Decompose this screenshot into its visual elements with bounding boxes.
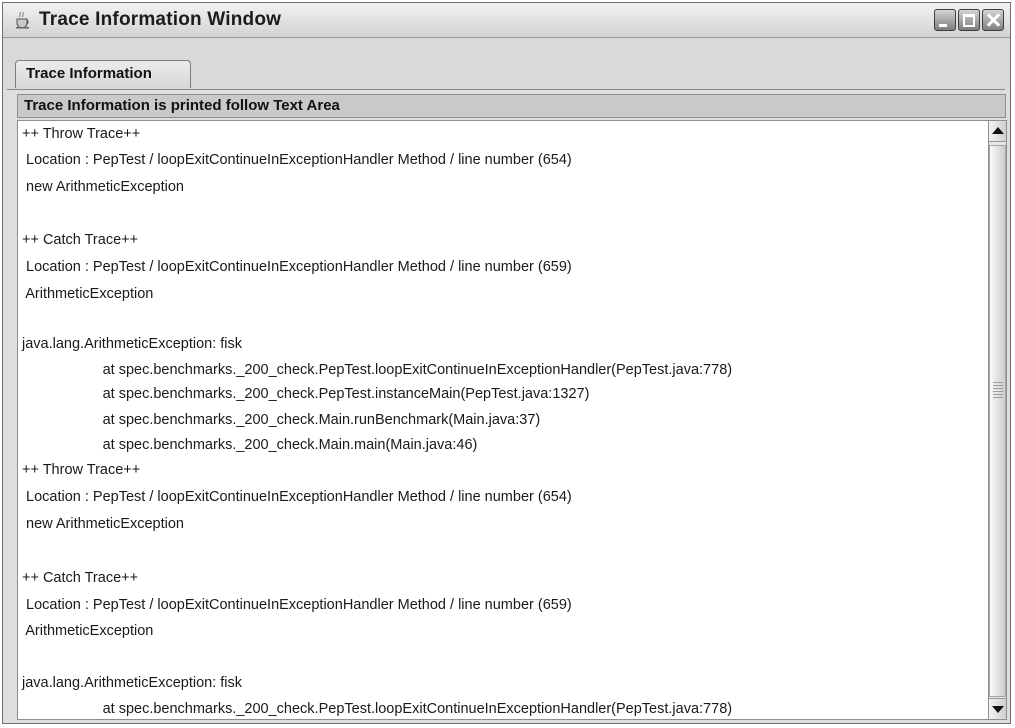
scroll-down-button[interactable] xyxy=(989,698,1006,719)
text-line: java.lang.ArithmeticException: fisk xyxy=(22,336,243,352)
trace-text-area[interactable]: ++ Throw Trace++ Location : PepTest / lo… xyxy=(17,120,988,720)
scroll-grip-icon xyxy=(993,382,1003,398)
text-line: at spec.benchmarks._200_check.PepTest.lo… xyxy=(22,362,733,378)
text-line: ++ Throw Trace++ xyxy=(22,126,141,142)
panel-header: Trace Information is printed follow Text… xyxy=(17,94,1006,118)
text-line: Location : PepTest / loopExitContinueInE… xyxy=(22,152,572,168)
window-title: Trace Information Window xyxy=(39,9,282,30)
text-line: Location : PepTest / loopExitContinueInE… xyxy=(22,489,572,505)
scroll-thumb[interactable] xyxy=(989,145,1006,697)
text-line: ++ Catch Trace++ xyxy=(22,232,139,248)
text-line: at spec.benchmarks._200_check.Main.main(… xyxy=(22,437,478,453)
text-line: at spec.benchmarks._200_check.Main.runBe… xyxy=(22,412,541,428)
maximize-button[interactable] xyxy=(958,9,980,31)
tab-trace-information[interactable]: Trace Information xyxy=(15,60,191,88)
text-line: java.lang.ArithmeticException: fisk xyxy=(22,675,243,691)
text-line: Location : PepTest / loopExitContinueInE… xyxy=(22,597,572,613)
text-line: ++ Catch Trace++ xyxy=(22,570,139,586)
java-cup-icon xyxy=(16,11,29,29)
text-line: new ArithmeticException xyxy=(22,179,184,195)
text-line: at spec.benchmarks._200_check.PepTest.in… xyxy=(22,386,590,402)
tab-divider xyxy=(7,89,1005,90)
text-line: at spec.benchmarks._200_check.PepTest.lo… xyxy=(22,701,733,717)
close-button[interactable] xyxy=(982,9,1004,31)
text-line: Location : PepTest / loopExitContinueInE… xyxy=(22,259,572,275)
trace-information-window: Trace Information Window Trace Informati… xyxy=(2,2,1011,724)
tab-strip: Trace Information xyxy=(3,38,1010,90)
text-line: new ArithmeticException xyxy=(22,516,184,532)
title-bar[interactable]: Trace Information Window xyxy=(3,3,1010,38)
text-line: ++ Throw Trace++ xyxy=(22,462,141,478)
scroll-up-button[interactable] xyxy=(989,121,1006,142)
minimize-button[interactable] xyxy=(934,9,956,31)
text-line: ArithmeticException xyxy=(22,286,154,302)
text-line: ArithmeticException xyxy=(22,623,154,639)
vertical-scrollbar[interactable] xyxy=(988,120,1007,720)
